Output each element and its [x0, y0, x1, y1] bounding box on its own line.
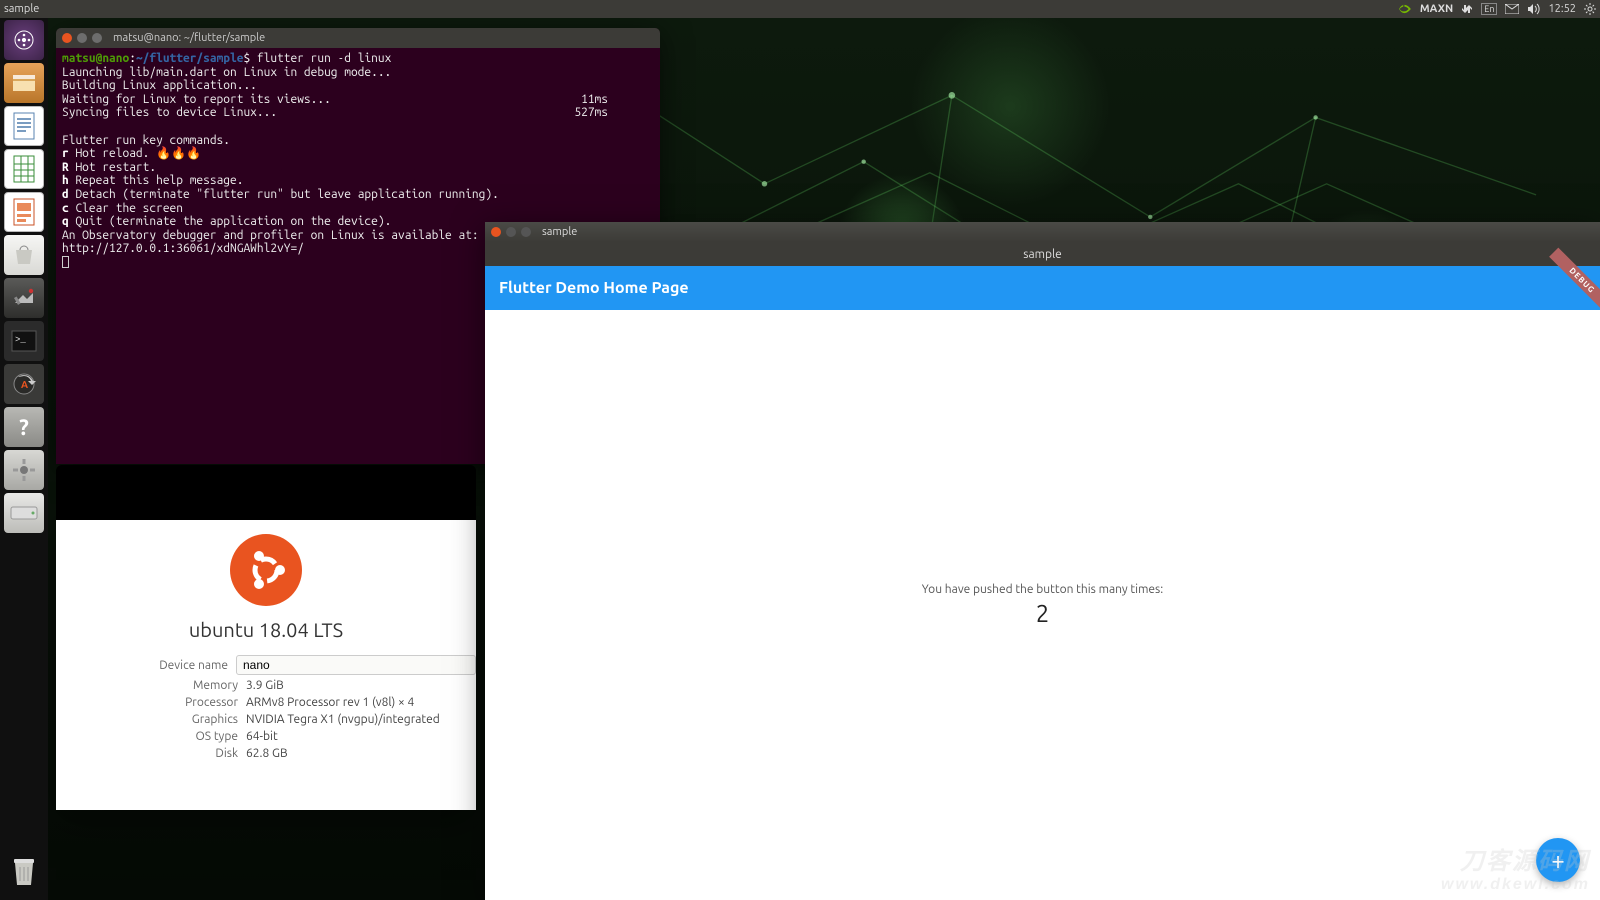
flutter-body: You have pushed the button this many tim… — [485, 310, 1600, 900]
panel-window-title: sample — [4, 3, 39, 15]
launcher-help-icon[interactable]: ? — [4, 407, 44, 447]
about-value: 3.9 GiB — [246, 679, 476, 692]
launcher-writer-icon[interactable] — [4, 106, 44, 146]
flutter-appbar: Flutter Demo Home Page DEBUG — [485, 266, 1600, 310]
about-value: 62.8 GB — [246, 747, 476, 760]
launcher-calc-icon[interactable] — [4, 149, 44, 189]
power-mode-label[interactable]: MAXN — [1420, 3, 1453, 15]
about-shadow — [56, 465, 476, 525]
about-row-os-type: OS type64-bit — [56, 728, 476, 745]
about-dialog: ubuntu 18.04 LTS Device name Memory3.9 Gi… — [56, 520, 476, 810]
gear-icon[interactable] — [1584, 3, 1596, 15]
launcher-settings-icon[interactable] — [4, 278, 44, 318]
launcher-update-icon[interactable]: A — [4, 364, 44, 404]
top-panel: sample MAXN En 12:52 — [0, 0, 1600, 18]
svg-text:A: A — [21, 379, 28, 390]
about-row-processor: ProcessorARMv8 Processor rev 1 (v8l) × 4 — [56, 694, 476, 711]
launcher: >_ A ? — [0, 18, 48, 900]
nvidia-icon[interactable] — [1398, 2, 1412, 16]
about-label: Graphics — [56, 713, 246, 726]
about-title: ubuntu 18.04 LTS — [56, 618, 476, 641]
launcher-disk-icon[interactable] — [4, 493, 44, 533]
about-value: 64-bit — [246, 730, 476, 743]
about-label: Device name — [56, 659, 236, 672]
fab-add-button[interactable]: + — [1536, 838, 1580, 882]
launcher-trash-icon[interactable] — [4, 852, 44, 892]
about-row-disk: Disk62.8 GB — [56, 745, 476, 762]
flutter-menubar-title: sample — [1023, 248, 1062, 261]
flutter-window-title: sample — [542, 226, 577, 238]
minimize-icon[interactable] — [506, 227, 516, 237]
flutter-menubar: sample — [485, 242, 1600, 266]
about-label: Memory — [56, 679, 246, 692]
device-name-input[interactable] — [236, 655, 476, 675]
ubuntu-logo-icon — [230, 534, 302, 606]
about-row-graphics: GraphicsNVIDIA Tegra X1 (nvgpu)/integrat… — [56, 711, 476, 728]
network-icon[interactable] — [1461, 3, 1473, 15]
plus-icon: + — [1551, 847, 1565, 874]
about-value: NVIDIA Tegra X1 (nvgpu)/integrated — [246, 713, 476, 726]
minimize-icon[interactable] — [77, 33, 87, 43]
launcher-software-icon[interactable] — [4, 235, 44, 275]
flutter-appbar-title: Flutter Demo Home Page — [499, 279, 689, 297]
flutter-body-text: You have pushed the button this many tim… — [922, 583, 1163, 596]
launcher-cog-icon[interactable] — [4, 450, 44, 490]
launcher-search-icon[interactable] — [4, 20, 44, 60]
maximize-icon[interactable] — [92, 33, 102, 43]
launcher-files-icon[interactable] — [4, 63, 44, 103]
launcher-terminal-icon[interactable]: >_ — [4, 321, 44, 361]
terminal-titlebar[interactable]: matsu@nano: ~/flutter/sample — [56, 28, 660, 48]
flutter-titlebar[interactable]: sample — [485, 222, 1600, 242]
flutter-window[interactable]: sample sample Flutter Demo Home Page DEB… — [485, 222, 1600, 900]
volume-icon[interactable] — [1527, 3, 1540, 15]
about-row-device-name: Device name — [56, 653, 476, 677]
about-label: Disk — [56, 747, 246, 760]
about-label: OS type — [56, 730, 246, 743]
close-icon[interactable] — [491, 227, 501, 237]
terminal-title: matsu@nano: ~/flutter/sample — [113, 32, 265, 44]
clock-label[interactable]: 12:52 — [1548, 3, 1576, 15]
about-row-memory: Memory3.9 GiB — [56, 677, 476, 694]
mail-icon[interactable] — [1505, 4, 1519, 14]
close-icon[interactable] — [62, 33, 72, 43]
about-value: ARMv8 Processor rev 1 (v8l) × 4 — [246, 696, 476, 709]
launcher-impress-icon[interactable] — [4, 192, 44, 232]
language-indicator[interactable]: En — [1481, 3, 1497, 15]
svg-text:>_: >_ — [15, 335, 26, 345]
maximize-icon[interactable] — [521, 227, 531, 237]
about-label: Processor — [56, 696, 246, 709]
flutter-counter: 2 — [1036, 600, 1050, 627]
